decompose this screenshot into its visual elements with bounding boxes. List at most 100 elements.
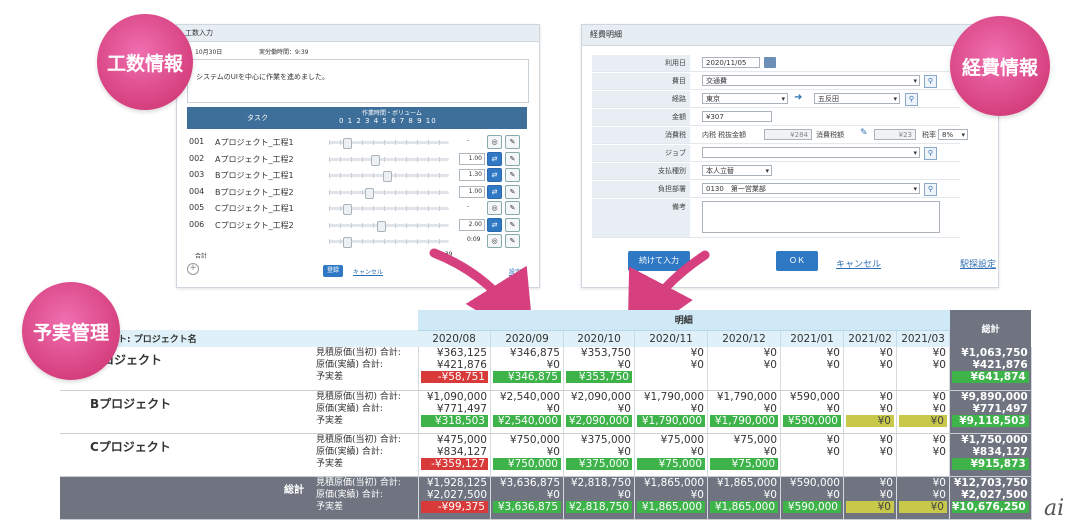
month-header: 2020/12	[707, 330, 781, 347]
station-settings-link[interactable]: 駅探設定	[960, 257, 996, 270]
search-icon[interactable]: ⚲	[924, 75, 937, 88]
actual-value: ¥0	[826, 488, 840, 501]
actual-value: ¥0	[879, 359, 893, 371]
difference-value: ¥0	[846, 500, 894, 513]
route-from-select[interactable]: 東京	[702, 93, 788, 105]
date-input[interactable]: 2020/11/05	[702, 57, 760, 68]
work-time-label: 実労働時間：9:39	[259, 49, 309, 56]
month-header: 2020/10	[563, 330, 635, 347]
row-dept: * 負担部署 0130 第一営業部 ⚲	[592, 181, 960, 198]
task-value: -	[467, 203, 470, 210]
difference-value: ¥75,000	[637, 457, 705, 470]
difference-value: ¥353,750	[566, 371, 632, 383]
register-button[interactable]: 登録	[323, 265, 343, 277]
volume-slider[interactable]	[329, 220, 449, 232]
dept-select[interactable]: 0130 第一営業部	[702, 183, 920, 195]
task-value[interactable]: 1.00	[459, 185, 485, 198]
row-route: * 経路 東京 ➜ 五反田 ⚲	[592, 91, 960, 108]
edit-icon[interactable]: ✎	[505, 217, 520, 232]
toggle-icon[interactable]: ◎	[487, 201, 502, 215]
search-icon[interactable]: ⚲	[924, 183, 937, 196]
task-cancel-link[interactable]: キャンセル	[353, 267, 383, 276]
row-payment: * 支払種別 本人立替	[592, 163, 960, 180]
edit-icon[interactable]: ✎	[505, 151, 520, 166]
search-icon[interactable]: ⚲	[905, 93, 918, 106]
total-header: 総計	[949, 310, 1032, 347]
memo-textarea[interactable]: システムのUIを中心に作業を進めました。	[187, 59, 529, 103]
task-name: Bプロジェクト_工程1	[215, 171, 294, 180]
actual-value: ¥0	[690, 359, 704, 371]
tax-amount-field: ¥284	[764, 129, 812, 140]
edit-icon[interactable]: ✎	[505, 201, 520, 215]
task-number: 006	[189, 219, 205, 229]
estimate-value: ¥75,000	[660, 433, 704, 446]
estimate-value: ¥1,928,125	[426, 476, 487, 489]
project-name[interactable]: Bプロジェクト	[60, 391, 312, 412]
difference-value	[844, 371, 896, 383]
watermark-logo: ai	[1044, 496, 1065, 521]
item-select[interactable]: 交通費	[702, 75, 920, 87]
actual-value: ¥834,127	[436, 445, 487, 458]
ok-button[interactable]: ＯＫ	[776, 251, 818, 271]
task-value[interactable]: 2.00	[459, 218, 485, 231]
row-label: 原価(実績) 合計:	[316, 403, 383, 414]
volume-slider[interactable]	[329, 171, 449, 182]
task-name: Bプロジェクト_工程2	[215, 187, 294, 197]
toggle-icon[interactable]: ⇄	[487, 184, 502, 199]
row-label: 見積原価(当初) 合計:	[316, 477, 401, 488]
volume-slider[interactable]	[329, 204, 449, 215]
expense-info-bubble: 経費情報	[950, 16, 1050, 116]
volume-slider[interactable]	[329, 187, 449, 199]
task-value[interactable]: 1.30	[459, 169, 485, 181]
estimate-value: ¥0	[932, 390, 946, 403]
task-name: Aプロジェクト_工程2	[215, 154, 294, 164]
tax-rate-select[interactable]: 8%	[938, 129, 968, 141]
total-difference: ¥9,118,503	[952, 414, 1029, 427]
estimate-value: ¥363,125	[436, 347, 487, 359]
actual-value: ¥0	[826, 359, 840, 371]
tax-value-label: 消費税額	[816, 131, 844, 139]
volume-slider[interactable]	[329, 138, 449, 149]
slider-knob[interactable]	[377, 220, 386, 232]
edit-icon[interactable]: ✎	[505, 168, 520, 182]
task-number: 002	[189, 153, 205, 163]
actual-value: ¥0	[690, 488, 704, 501]
toggle-icon[interactable]: ◎	[487, 135, 502, 149]
edit-icon[interactable]: ✎	[505, 135, 520, 149]
actual-value: ¥0	[826, 445, 840, 458]
note-textarea[interactable]	[702, 201, 940, 233]
toggle-icon[interactable]: ⇄	[487, 168, 502, 182]
estimate-value: ¥75,000	[733, 433, 777, 446]
edit-icon[interactable]: ✎	[505, 184, 520, 199]
slider-knob[interactable]	[343, 237, 353, 248]
search-icon[interactable]: ⚲	[924, 147, 937, 160]
calendar-icon[interactable]	[764, 57, 776, 68]
total-actual: ¥2,027,500	[961, 488, 1028, 501]
project-name[interactable]: Cプロジェクト	[60, 434, 312, 455]
actual-value: ¥0	[763, 445, 777, 458]
arrow-right-icon[interactable]: ➜	[794, 92, 802, 103]
toggle-icon[interactable]: ⇄	[487, 217, 502, 232]
task-value[interactable]: 1.00	[459, 152, 485, 165]
slider-knob[interactable]	[343, 204, 353, 215]
actual-value: ¥0	[546, 445, 560, 458]
toggle-icon[interactable]: ⇄	[487, 151, 502, 166]
amount-input[interactable]: ¥307	[702, 111, 772, 122]
slider-knob[interactable]	[371, 154, 380, 166]
project-row: Bプロジェクト 見積原価(当初) 合計: 原価(実績) 合計: 予実差 ¥1,090,0…	[60, 390, 1032, 434]
estimate-value: ¥0	[879, 390, 893, 403]
slider-knob[interactable]	[383, 171, 392, 182]
volume-slider[interactable]	[329, 237, 449, 248]
pencil-icon[interactable]: ✎	[860, 128, 868, 138]
payment-select[interactable]: 本人立替	[702, 165, 772, 177]
job-select[interactable]	[702, 147, 920, 159]
volume-slider[interactable]	[329, 154, 449, 166]
expense-cancel-link[interactable]: キャンセル	[836, 257, 881, 270]
actual-value: ¥0	[879, 402, 893, 415]
budget-body: プロジェクト 見積原価(当初) 合計: 原価(実績) 合計: 予実差 ¥363,125 ¥…	[60, 347, 1032, 520]
add-circle-icon[interactable]: +	[187, 263, 199, 275]
slider-knob[interactable]	[343, 138, 353, 149]
slider-knob[interactable]	[365, 187, 374, 199]
actual-value: ¥0	[617, 402, 631, 415]
route-to-select[interactable]: 五反田	[814, 93, 900, 105]
